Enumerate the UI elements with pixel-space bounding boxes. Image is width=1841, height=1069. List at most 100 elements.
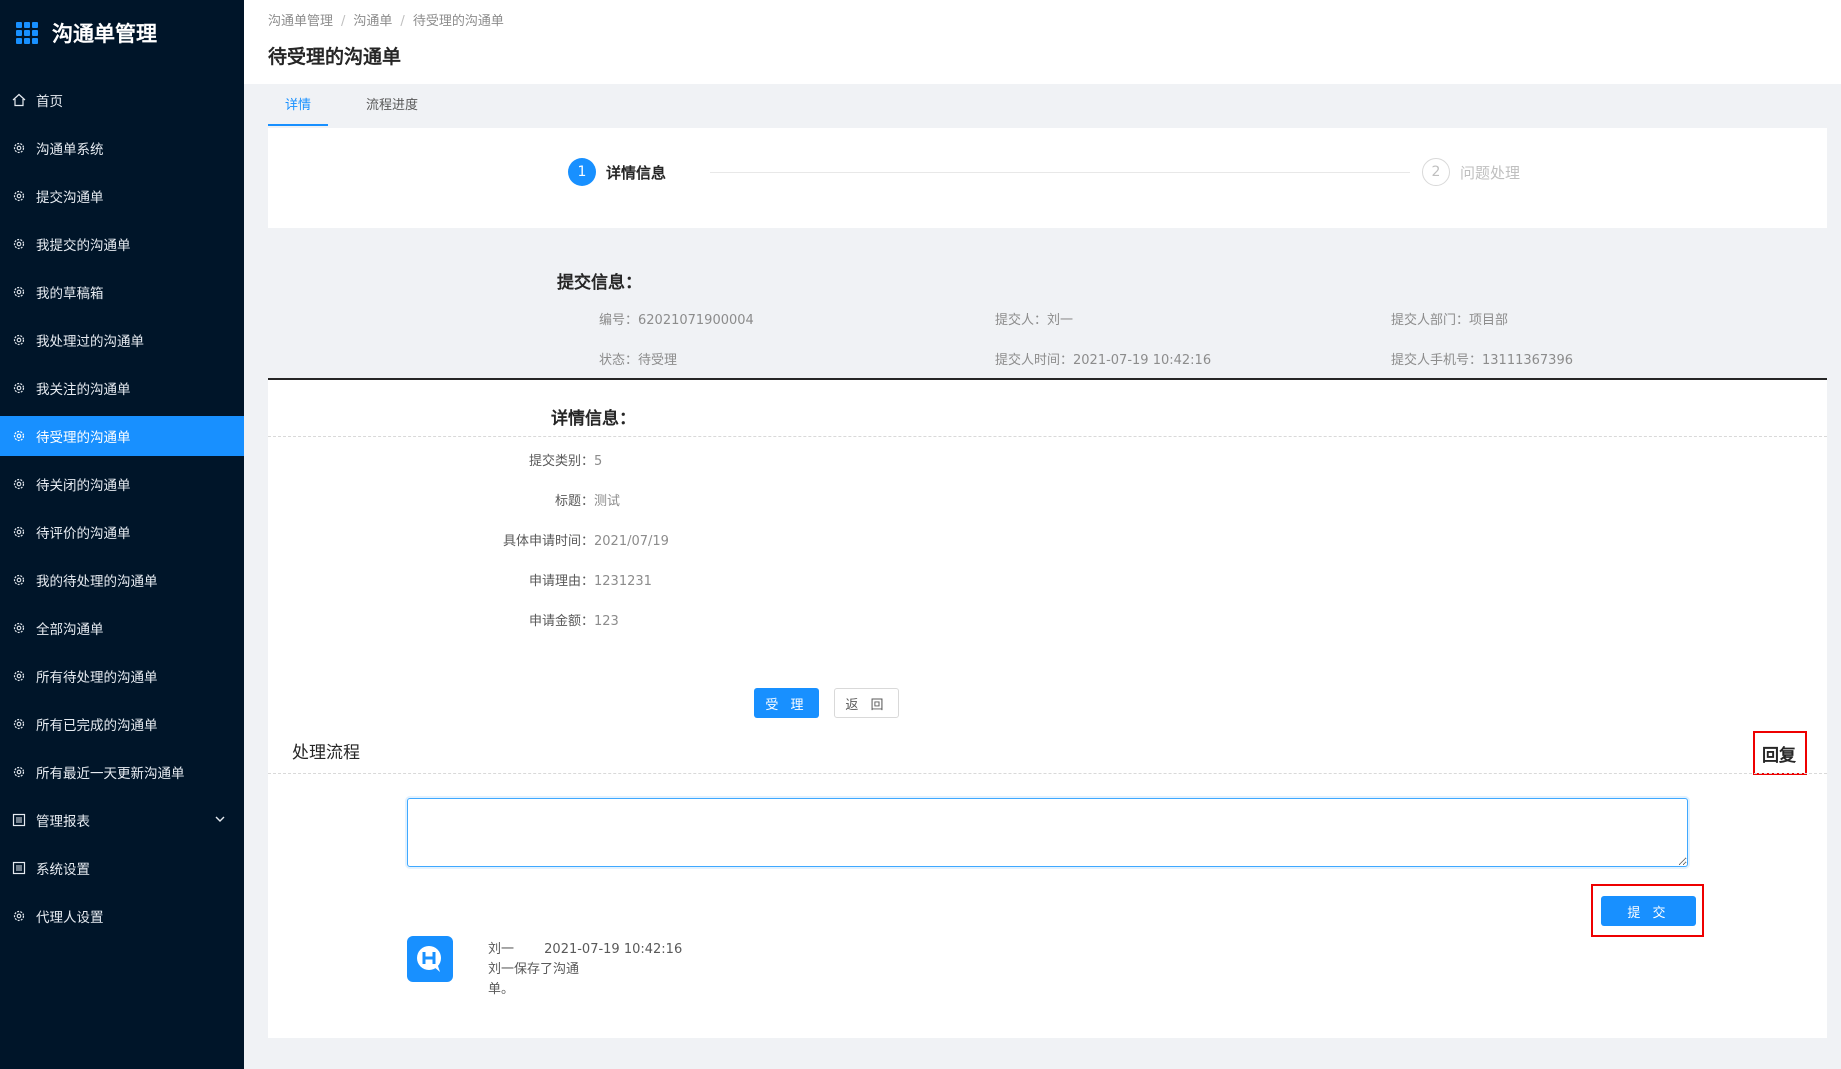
sidebar-item-label: 首页 [36, 94, 63, 110]
sidebar-item-label: 我处理过的沟通单 [36, 334, 144, 350]
step-number: 2 [1422, 158, 1450, 186]
sidebar-item-label: 所有待处理的沟通单 [36, 670, 158, 686]
sidebar-menu: 首页 沟通单系统 提交沟通单 我提交的沟通单 我的草稿箱 我处理过的沟通单 我关… [0, 80, 244, 936]
gear-icon [13, 526, 25, 538]
divider [268, 436, 1827, 437]
info-time: 提交人时间：2021-07-19 10:42:16 [995, 353, 1212, 368]
gear-icon [13, 190, 25, 202]
sidebar-item-label: 管理报表 [36, 814, 90, 830]
divider [268, 773, 1827, 774]
process-title: 处理流程 [292, 743, 360, 763]
gear-icon [13, 670, 25, 682]
step-details: 1 详情信息 [568, 158, 666, 186]
step-connector [710, 172, 1410, 173]
gear-icon [13, 382, 25, 394]
gear-icon [13, 910, 25, 922]
gear-icon [13, 478, 25, 490]
info-dept: 提交人部门：项目部 [1391, 313, 1509, 328]
sidebar-item-label: 待受理的沟通单 [36, 430, 131, 446]
sidebar-item-settings[interactable]: 系统设置 [0, 848, 244, 888]
sidebar-item-label: 系统设置 [36, 862, 90, 878]
gear-icon [13, 334, 25, 346]
sidebar-item-all[interactable]: 全部沟通单 [0, 608, 244, 648]
detail-row-reason: 申请理由：1231231 [528, 574, 652, 589]
sidebar-item-recent-updated[interactable]: 所有最近一天更新沟通单 [0, 752, 244, 792]
sidebar-item-home[interactable]: 首页 [0, 80, 244, 120]
info-status: 状态：待受理 [599, 353, 678, 368]
submit-button[interactable]: 提 交 [1601, 896, 1696, 926]
page-title: 待受理的沟通单 [268, 46, 402, 68]
sidebar-item-reports[interactable]: 管理报表 [0, 800, 244, 840]
submit-info-section: 提交信息： 编号：62021071900004 提交人：刘一 提交人部门：项目部… [268, 232, 1827, 380]
log-user: 刘一 [488, 942, 515, 957]
sidebar-item-label: 全部沟通单 [36, 622, 104, 638]
apps-grid-icon [16, 22, 38, 44]
sidebar-item-my-pending[interactable]: 我的待处理的沟通单 [0, 560, 244, 600]
gear-icon [13, 142, 25, 154]
submit-info-title: 提交信息： [557, 273, 642, 293]
sidebar-item-system[interactable]: 沟通单系统 [0, 128, 244, 168]
chevron-down-icon[interactable] [214, 813, 226, 825]
sidebar-item-my-submitted[interactable]: 我提交的沟通单 [0, 224, 244, 264]
info-number: 编号：62021071900004 [599, 313, 754, 328]
log-text: 刘一保存了沟通 [488, 962, 580, 977]
gear-icon [13, 766, 25, 778]
sidebar-item-submit[interactable]: 提交沟通单 [0, 176, 244, 216]
detail-row-apply-time: 具体申请时间：2021/07/19 [502, 534, 669, 549]
gear-icon [13, 286, 25, 298]
breadcrumb-item: 待受理的沟通单 [412, 14, 504, 29]
sidebar-item-pending-review[interactable]: 待评价的沟通单 [0, 512, 244, 552]
sidebar-item-drafts[interactable]: 我的草稿箱 [0, 272, 244, 312]
home-icon [12, 93, 26, 107]
step-number: 1 [568, 158, 596, 186]
sidebar-item-all-pending[interactable]: 所有待处理的沟通单 [0, 656, 244, 696]
reply-textarea[interactable] [407, 798, 1688, 867]
sidebar-item-processed[interactable]: 我处理过的沟通单 [0, 320, 244, 360]
sidebar-item-pending-close[interactable]: 待关闭的沟通单 [0, 464, 244, 504]
breadcrumb-item[interactable]: 沟通单 [353, 14, 392, 29]
sidebar-item-pending-accept[interactable]: 待受理的沟通单 [0, 416, 244, 456]
info-submitter: 提交人：刘一 [995, 313, 1074, 328]
logo[interactable]: 沟通单管理 [0, 0, 244, 66]
tab-details[interactable]: 详情 [268, 86, 328, 126]
sidebar-item-label: 沟通单系统 [36, 142, 104, 158]
gear-icon [13, 718, 25, 730]
page-header: 沟通单管理 / 沟通单 / 待受理的沟通单 待受理的沟通单 [244, 0, 1841, 84]
list-icon [12, 861, 26, 875]
sidebar: 沟通单管理 首页 沟通单系统 提交沟通单 我提交的沟通单 我的草稿箱 我处理过的… [0, 0, 244, 1069]
step-label: 问题处理 [1460, 163, 1521, 182]
step-label: 详情信息 [606, 163, 667, 182]
sidebar-item-label: 所有已完成的沟通单 [36, 718, 158, 734]
sidebar-item-label: 我的待处理的沟通单 [36, 574, 158, 590]
accept-button[interactable]: 受 理 [754, 688, 819, 718]
sidebar-item-label: 我关注的沟通单 [36, 382, 131, 398]
back-button[interactable]: 返 回 [834, 688, 899, 718]
sidebar-item-label: 待关闭的沟通单 [36, 478, 131, 494]
gear-icon [13, 574, 25, 586]
breadcrumb-item[interactable]: 沟通单管理 [268, 14, 333, 29]
log-entry: 刘一 2021-07-19 10:42:16 [488, 938, 682, 957]
step-handling: 2 问题处理 [1422, 158, 1520, 186]
sidebar-item-label: 我提交的沟通单 [36, 238, 131, 254]
sidebar-item-label: 我的草稿箱 [36, 286, 104, 302]
detail-row-amount: 申请金额：123 [528, 614, 619, 629]
breadcrumb: 沟通单管理 / 沟通单 / 待受理的沟通单 [268, 14, 504, 29]
gear-icon [13, 430, 25, 442]
main-content: 沟通单管理 / 沟通单 / 待受理的沟通单 待受理的沟通单 详情 流程进度 1 详情信息… [244, 0, 1841, 1069]
app-title: 沟通单管理 [52, 22, 157, 46]
sidebar-item-label: 代理人设置 [36, 910, 104, 926]
detail-row-category: 提交类别：5 [528, 454, 603, 469]
log-time: 2021-07-19 10:42:16 [544, 942, 683, 957]
detail-row-title: 标题：测试 [554, 494, 621, 509]
sidebar-item-all-completed[interactable]: 所有已完成的沟通单 [0, 704, 244, 744]
tab-progress[interactable]: 流程进度 [362, 86, 422, 126]
detail-info-title: 详情信息： [551, 409, 636, 429]
tabs: 详情 流程进度 [268, 86, 456, 126]
sidebar-item-agent-settings[interactable]: 代理人设置 [0, 896, 244, 936]
reply-label[interactable]: 回复 [1762, 741, 1796, 766]
gear-icon [13, 238, 25, 250]
sidebar-item-label: 待评价的沟通单 [36, 526, 131, 542]
sidebar-item-followed[interactable]: 我关注的沟通单 [0, 368, 244, 408]
list-icon [12, 813, 26, 827]
detail-card: 详情信息： 提交类别：5 标题：测试 具体申请时间：2021/07/19 申请理… [268, 380, 1827, 1038]
